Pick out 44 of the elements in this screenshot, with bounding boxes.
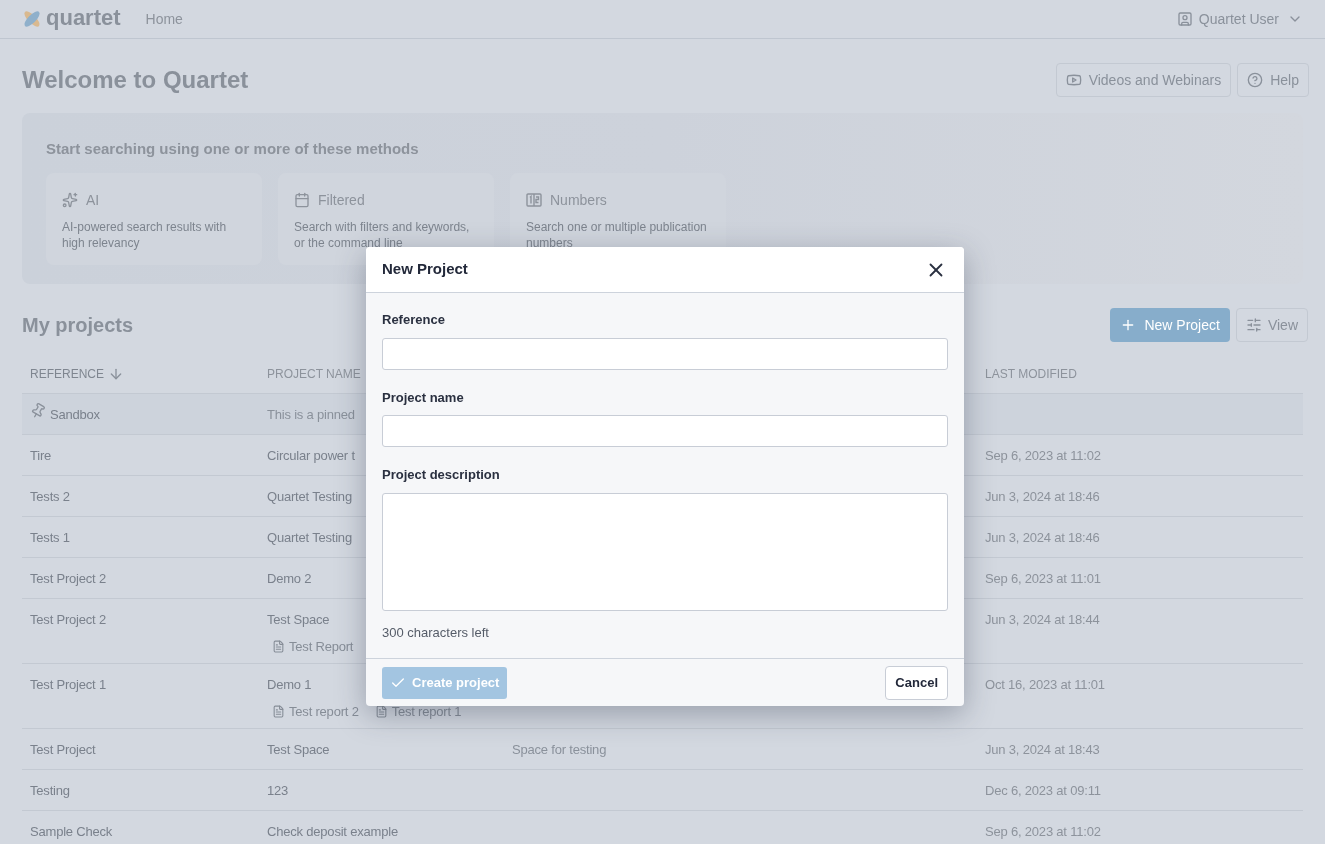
reference-cell-text: Test Project 1 bbox=[30, 676, 106, 694]
project-name-cell: Demo 1 bbox=[267, 677, 312, 692]
field-label: Project description bbox=[382, 466, 501, 484]
method-title: Numbers bbox=[550, 190, 607, 210]
method-title: AI bbox=[86, 190, 100, 210]
method-title: Filtered bbox=[318, 190, 365, 210]
date-cell: Jun 3, 2024 at 18:46 bbox=[985, 489, 1100, 504]
method-description: Search with filters and keywords, or the command line bbox=[294, 218, 471, 251]
date-cell: Jun 3, 2024 at 18:43 bbox=[985, 742, 1100, 757]
date-cell: Dec 6, 2023 at 09:11 bbox=[985, 783, 1101, 798]
pinned-note: This is a pinned bbox=[267, 407, 355, 422]
project-name-cell: Check deposit example bbox=[267, 824, 398, 839]
logo-text: quartet bbox=[46, 6, 121, 29]
reference-cell-text: Test Project bbox=[30, 741, 96, 759]
project-name-cell: Demo 2 bbox=[267, 571, 312, 586]
project-name-cell: Circular power t bbox=[267, 448, 355, 463]
project-name-cell: Test Space bbox=[267, 742, 330, 757]
field-label: Project name bbox=[382, 388, 465, 407]
field-label: Reference bbox=[382, 311, 446, 329]
reference-cell-text: Test Project 2 bbox=[30, 611, 106, 629]
project-name-cell: Quartet Testing bbox=[267, 530, 352, 545]
project-name-cell: Quartet Testing bbox=[267, 489, 352, 504]
section-title: My projects bbox=[22, 313, 134, 338]
date-cell: Jun 3, 2024 at 18:44 bbox=[985, 612, 1100, 627]
method-description: Search one or multiple publication numbers bbox=[526, 218, 708, 251]
date-cell: Sep 6, 2023 at 11:02 bbox=[985, 448, 1101, 463]
date-cell: Sep 6, 2023 at 11:01 bbox=[985, 571, 1101, 586]
reference-cell-text: Tests 1 bbox=[30, 529, 70, 547]
reference-cell-text: Sandbox bbox=[50, 406, 100, 424]
reference-cell-text: Test Project 2 bbox=[30, 570, 106, 588]
description-cell: Space for testing bbox=[512, 742, 607, 757]
date-cell: Jun 3, 2024 at 18:46 bbox=[985, 530, 1100, 545]
date-cell: Sep 6, 2023 at 11:02 bbox=[985, 824, 1101, 839]
character-counter: 300 characters left bbox=[382, 623, 490, 642]
section-title: Start searching using one or more of these methods bbox=[46, 139, 420, 159]
project-name-cell: 123 bbox=[267, 783, 289, 798]
reference-cell-text: Tests 2 bbox=[30, 488, 70, 506]
page-title: Welcome to Quartet bbox=[22, 65, 249, 95]
reference-cell-text: Tire bbox=[30, 447, 52, 465]
reference-cell-text: Testing bbox=[30, 782, 70, 800]
method-description: AI-powered search results with high relevancy bbox=[62, 218, 228, 251]
date-cell: Oct 16, 2023 at 11:01 bbox=[985, 677, 1105, 692]
reference-cell-text: Sample Check bbox=[30, 823, 113, 841]
project-name-cell: Test Space bbox=[267, 612, 330, 627]
